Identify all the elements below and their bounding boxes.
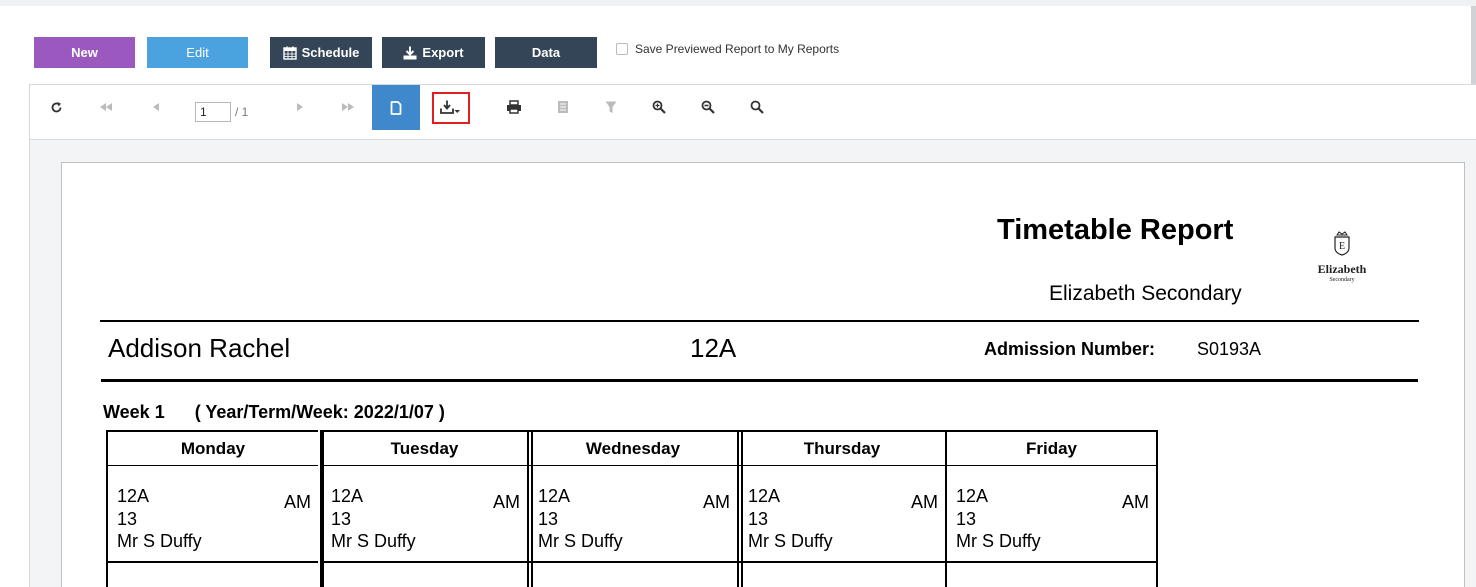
day-column-friday: Friday 12A 13 Mr S Duffy AM (945, 430, 1158, 587)
lesson-room: 13 (538, 509, 559, 529)
zoom-in-icon (652, 100, 666, 114)
data-button[interactable]: Data (495, 37, 597, 68)
print-button[interactable] (496, 85, 532, 129)
timetable: Monday 12A 13 Mr S Duffy AM Tuesday 12A … (106, 430, 1158, 587)
week-label: Week 1 (103, 402, 165, 422)
lesson-class: 12A (748, 486, 781, 506)
lesson-room: 13 (956, 509, 977, 529)
export-button[interactable]: Export (382, 37, 485, 68)
lesson-period: AM (911, 492, 938, 512)
day-header: Thursday (739, 432, 945, 466)
student-class: 12A (690, 333, 737, 363)
week-heading: Week 1 ( Year/Term/Week: 2022/1/07 ) (103, 402, 445, 423)
save-report-label: Save Previewed Report to My Reports (635, 42, 840, 56)
first-page-button[interactable] (88, 85, 124, 129)
print-icon (507, 100, 521, 114)
divider-bottom (101, 379, 1418, 382)
student-name: Addison Rachel (108, 333, 291, 363)
day-header: Friday (947, 432, 1156, 466)
zoom-out-button[interactable] (690, 85, 726, 129)
lesson-class: 12A (331, 486, 364, 506)
action-bar: New Edit Schedule Export Data Save Previ… (34, 37, 1454, 68)
lesson-period: AM (1122, 492, 1149, 512)
lesson-teacher: Mr S Duffy (538, 531, 623, 551)
week-range: ( Year/Term/Week: 2022/1/07 ) (194, 402, 445, 422)
first-page-icon (100, 103, 112, 111)
download-icon (403, 46, 417, 59)
logo-name: Elizabeth (1317, 262, 1367, 276)
filter-icon (605, 101, 617, 113)
export-label: Export (422, 45, 464, 60)
next-page-button[interactable] (282, 85, 318, 129)
lesson-class: 12A (117, 486, 150, 506)
viewer-toolbar: / 1 (30, 84, 1476, 140)
report-school: Elizabeth Secondary (1049, 282, 1242, 305)
single-page-button[interactable] (372, 85, 420, 130)
report-title: Timetable Report (997, 214, 1234, 246)
top-strip (0, 0, 1476, 6)
day-header: Monday (108, 432, 318, 466)
lesson-cell: 12A 13 Mr S Duffy AM (947, 466, 1156, 563)
crest-icon: E (1334, 231, 1350, 256)
lesson-room: 13 (748, 509, 769, 529)
divider-top (100, 320, 1419, 322)
logo-subtitle: Secondary (1329, 277, 1355, 283)
document-map-button[interactable] (545, 85, 581, 129)
edit-button[interactable]: Edit (147, 37, 248, 68)
lesson-cell: 12A 13 Mr S Duffy AM (322, 466, 527, 563)
prev-page-button[interactable] (138, 85, 174, 129)
day-header: Wednesday (529, 432, 737, 466)
next-page-icon (297, 103, 303, 111)
lesson-teacher: Mr S Duffy (748, 531, 833, 551)
filter-button[interactable] (593, 85, 629, 129)
lesson-room: 13 (117, 509, 138, 529)
day-column-wednesday: Wednesday 12A 13 Mr S Duffy AM (527, 430, 743, 587)
lesson-period: AM (493, 492, 520, 512)
save-report-checkbox[interactable]: Save Previewed Report to My Reports (616, 42, 839, 56)
lesson-cell: 12A 13 Mr S Duffy AM (529, 466, 737, 563)
zoom-fit-icon (750, 100, 764, 114)
lesson-teacher: Mr S Duffy (117, 531, 202, 551)
lesson-room: 13 (331, 509, 352, 529)
svg-text:E: E (1339, 241, 1345, 252)
new-button[interactable]: New (34, 37, 135, 68)
day-header: Tuesday (322, 432, 527, 466)
schedule-button[interactable]: Schedule (270, 37, 372, 68)
lesson-class: 12A (538, 486, 571, 506)
last-page-button[interactable] (330, 85, 366, 129)
calendar-icon (282, 46, 297, 60)
lesson-cell: 12A 13 Mr S Duffy AM (108, 466, 318, 563)
lesson-period: AM (284, 492, 311, 512)
page-total: / 1 (235, 105, 249, 119)
zoom-in-button[interactable] (641, 85, 677, 129)
document-map-icon (558, 101, 568, 113)
zoom-fit-button[interactable] (739, 85, 775, 129)
day-column-thursday: Thursday 12A 13 Mr S Duffy AM (737, 430, 945, 587)
lesson-teacher: Mr S Duffy (331, 531, 416, 551)
lesson-teacher: Mr S Duffy (956, 531, 1041, 551)
checkbox-box[interactable] (616, 43, 628, 55)
export-download-button[interactable] (432, 92, 470, 124)
admission-value: S0193A (1197, 339, 1262, 359)
page-number-input[interactable] (195, 102, 231, 122)
single-page-icon (390, 100, 402, 115)
admission-label: Admission Number: (984, 339, 1156, 359)
last-page-icon (342, 103, 354, 111)
export-download-icon (440, 100, 460, 114)
lesson-class: 12A (956, 486, 989, 506)
refresh-icon (51, 101, 61, 112)
lesson-period: AM (703, 492, 730, 512)
refresh-button[interactable] (38, 85, 74, 129)
day-column-tuesday: Tuesday 12A 13 Mr S Duffy AM (320, 430, 533, 587)
schedule-label: Schedule (301, 45, 360, 60)
day-column-monday: Monday 12A 13 Mr S Duffy AM (106, 430, 324, 587)
school-logo: E Elizabeth Secondary (1308, 230, 1376, 283)
zoom-out-icon (701, 100, 715, 114)
lesson-cell: 12A 13 Mr S Duffy AM (739, 466, 945, 563)
prev-page-icon (153, 103, 159, 111)
